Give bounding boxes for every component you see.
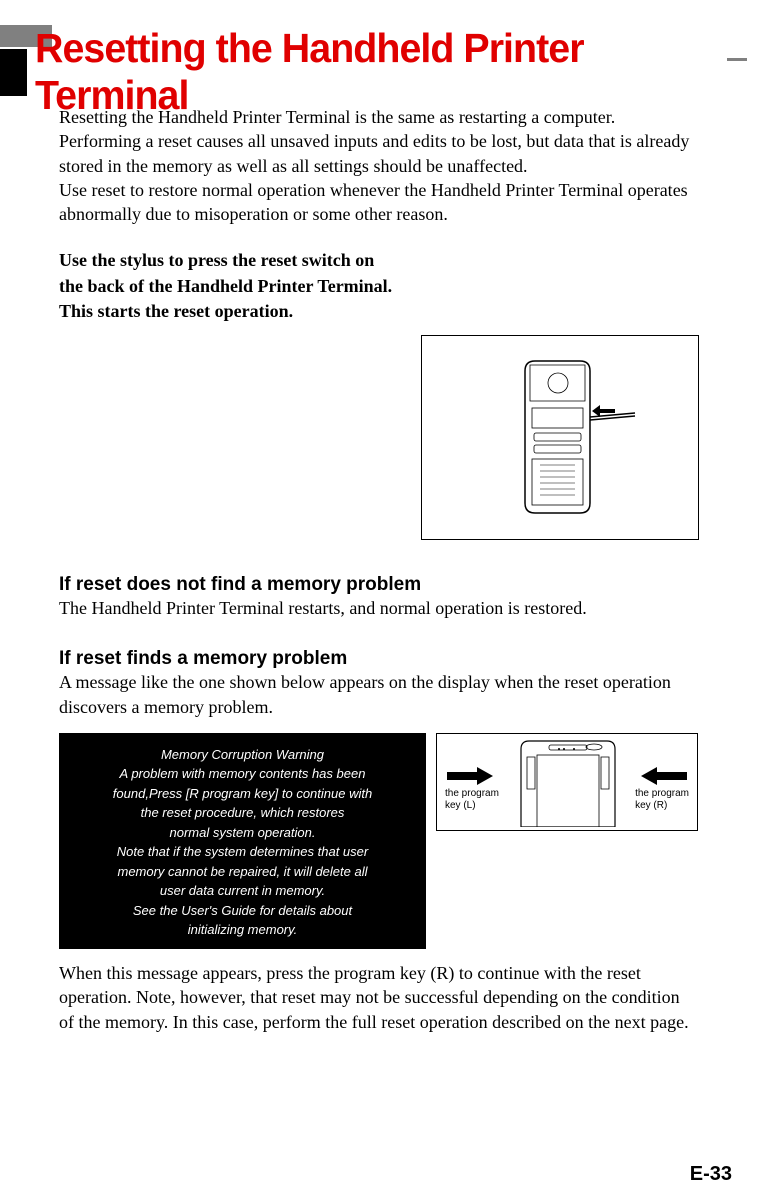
- intro-paragraph-1: Resetting the Handheld Printer Terminal …: [59, 105, 699, 178]
- key-label-right-1: the program: [635, 788, 689, 800]
- program-keys-figure: the program key (L) the program key (R): [436, 733, 698, 831]
- warning-line-10: initializing memory.: [69, 920, 416, 940]
- instruction-paragraph: Use the stylus to press the reset switch…: [59, 248, 399, 324]
- heading-no-problem: If reset does not find a memory problem: [59, 574, 699, 596]
- title-black-square: [0, 49, 27, 96]
- heading-problem: If reset finds a memory problem: [59, 648, 699, 670]
- body-problem: A message like the one shown below appea…: [59, 670, 699, 719]
- key-label-right: the program key (R): [635, 788, 689, 812]
- key-label-left-2: key (L): [445, 800, 499, 812]
- arrow-left-icon: [639, 767, 689, 785]
- section-no-problem: If reset does not find a memory problem …: [59, 574, 699, 620]
- arrow-right-icon: [445, 767, 495, 785]
- content-area: Resetting the Handheld Printer Terminal …: [59, 105, 699, 1034]
- page-number: E-33: [690, 1163, 732, 1186]
- body-no-problem: The Handheld Printer Terminal restarts, …: [59, 596, 699, 620]
- warning-line-4: the reset procedure, which restores: [69, 803, 416, 823]
- device-back-illustration: [480, 353, 640, 523]
- title-gray-line: [727, 58, 747, 61]
- intro-paragraph-2: Use reset to restore normal operation wh…: [59, 178, 699, 227]
- closing-paragraph: When this message appears, press the pro…: [59, 961, 699, 1034]
- device-front-illustration: [509, 739, 627, 827]
- section-problem: If reset finds a memory problem A messag…: [59, 648, 699, 719]
- warning-line-6: Note that if the system determines that …: [69, 842, 416, 862]
- key-label-left-1: the program: [445, 788, 499, 800]
- device-back-figure: [421, 335, 699, 540]
- warning-line-8: user data current in memory.: [69, 881, 416, 901]
- warning-line-2: A problem with memory contents has been: [69, 764, 416, 784]
- warning-line-5: normal system operation.: [69, 823, 416, 843]
- key-label-left: the program key (L): [445, 788, 499, 812]
- key-label-right-2: key (R): [635, 800, 689, 812]
- warning-row: Memory Corruption Warning A problem with…: [59, 733, 699, 949]
- memory-warning-message: Memory Corruption Warning A problem with…: [59, 733, 426, 949]
- warning-line-7: memory cannot be repaired, it will delet…: [69, 862, 416, 882]
- warning-line-9: See the User's Guide for details about: [69, 901, 416, 921]
- warning-line-3: found,Press [R program key] to continue …: [69, 784, 416, 804]
- warning-line-1: Memory Corruption Warning: [69, 745, 416, 765]
